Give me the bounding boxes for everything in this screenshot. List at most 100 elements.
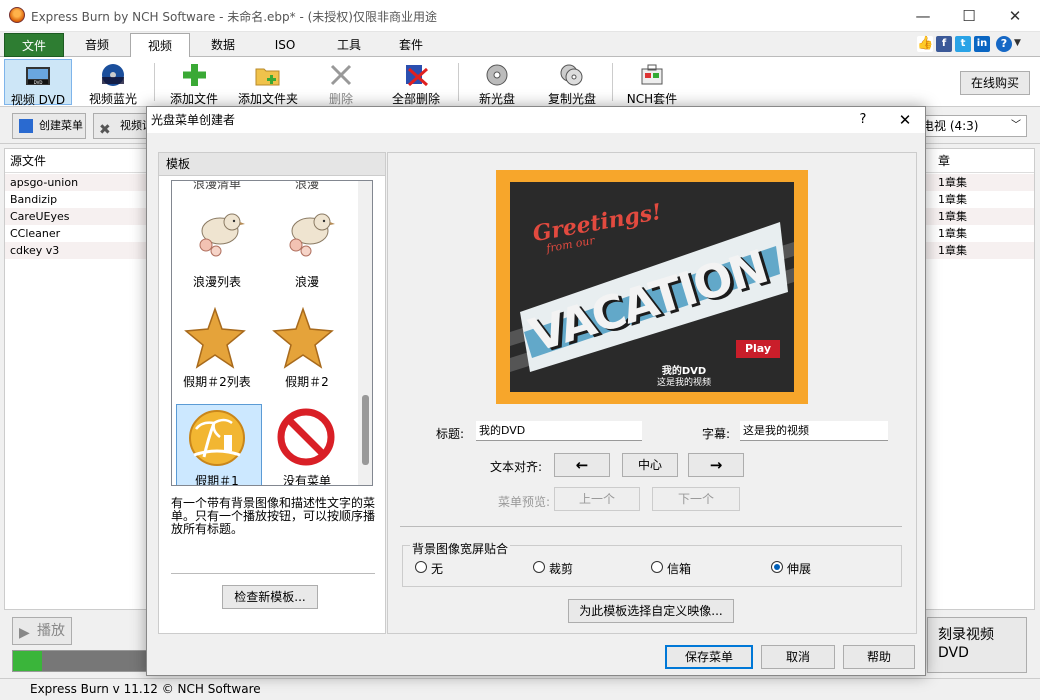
buy-online-button[interactable]: 在线购买 <box>960 71 1030 95</box>
toolbar-divider <box>458 63 459 101</box>
linkedin-icon[interactable]: in <box>974 36 990 52</box>
template-header: 模板 <box>159 153 385 176</box>
save-menu-button[interactable]: 保存菜单 <box>665 645 753 669</box>
radio-none-label[interactable]: 无 <box>431 560 443 577</box>
template-caption[interactable]: 浪漫 <box>262 181 352 192</box>
table-row[interactable]: Bandizip <box>5 191 149 208</box>
maximize-button[interactable]: ☐ <box>946 0 992 32</box>
copy-disc-button[interactable]: 复制光盘 <box>540 59 604 106</box>
burn-video-dvd-button[interactable]: 刻录视频 DVD <box>927 617 1027 673</box>
video-bluray-button[interactable]: 视频蓝光 <box>78 59 148 106</box>
status-bar: Express Burn v 11.12 © NCH Software <box>0 678 1040 700</box>
toolbar-divider <box>612 63 613 101</box>
help-button[interactable]: 帮助 <box>843 645 915 669</box>
dialog-title: 光盘菜单创建者 <box>147 107 925 133</box>
add-folder-button[interactable]: 添加文件夹 <box>232 59 304 106</box>
minimize-button[interactable]: — <box>900 0 946 32</box>
radio-stretch[interactable] <box>771 561 783 573</box>
tab-suite[interactable]: 套件 <box>380 33 442 57</box>
table-row[interactable]: CCleaner <box>5 225 149 242</box>
table-cell-chapters[interactable]: 1章集 <box>926 225 1034 242</box>
align-left-button[interactable]: ← <box>554 453 610 477</box>
facebook-icon[interactable]: f <box>936 36 952 52</box>
twitter-icon[interactable]: t <box>955 36 971 52</box>
create-menu-label: 创建菜单 <box>39 119 83 132</box>
check-new-templates-button[interactable]: 检查新模板... <box>222 585 318 609</box>
table-cell-chapters[interactable]: 1章集 <box>926 242 1034 259</box>
no-icon[interactable] <box>276 407 336 467</box>
text-align-label: 文本对齐: <box>490 460 543 474</box>
delete-all-button[interactable]: 全部删除 <box>380 59 452 106</box>
cancel-button[interactable]: 取消 <box>761 645 835 669</box>
template-caption[interactable]: 浪漫 <box>262 273 352 290</box>
table-row[interactable]: apsgo-union <box>5 174 149 191</box>
custom-image-button[interactable]: 为此模板选择自定义映像... <box>568 599 734 623</box>
align-right-button[interactable]: → <box>688 453 744 477</box>
template-caption[interactable]: 假期＃1 <box>172 472 262 485</box>
delete-all-icon <box>406 65 428 87</box>
app-logo-icon <box>9 7 25 23</box>
help-icon[interactable]: ? <box>996 36 1012 52</box>
align-center-button[interactable]: 中心 <box>622 453 678 477</box>
previous-button[interactable]: 上一个 <box>554 487 640 511</box>
tab-iso[interactable]: ISO <box>256 33 314 57</box>
palm-icon[interactable] <box>184 409 250 467</box>
template-caption[interactable]: 浪漫列表 <box>172 273 262 290</box>
chapter-header[interactable]: 章 <box>926 149 1034 173</box>
delete-button[interactable]: 删除 <box>312 59 370 106</box>
title-input[interactable]: 我的DVD <box>476 421 642 441</box>
create-menu-button[interactable]: 创建菜单 <box>12 113 86 139</box>
tab-tools[interactable]: 工具 <box>318 33 380 57</box>
tools-icon: ✖ <box>99 122 111 138</box>
radio-letterbox[interactable] <box>651 561 663 573</box>
video-dvd-button[interactable]: DVD 视频 DVD <box>4 59 72 107</box>
tab-file[interactable]: 文件 <box>4 33 64 57</box>
template-caption[interactable]: 假期＃2 <box>262 373 352 390</box>
menu-tab-bar: 文件 音频 视频 数据 ISO 工具 套件 <box>0 33 1040 58</box>
table-cell-chapters[interactable]: 1章集 <box>926 174 1034 191</box>
radio-crop[interactable] <box>533 561 545 573</box>
play-button[interactable]: ▶ 播放 <box>12 617 72 645</box>
subtitle-input[interactable]: 这是我的视频 <box>740 421 888 441</box>
scrollbar-thumb[interactable] <box>362 395 369 465</box>
template-list[interactable]: 浪漫清单 浪漫 浪漫列表 浪漫 假期＃2列表 假期＃2 假期＃1 没有菜单 <box>171 180 373 486</box>
template-panel: 模板 浪漫清单 浪漫 浪漫列表 浪漫 假期＃2列表 假期＃2 假期＃1 没有菜单… <box>158 152 386 634</box>
preview-subtitle: 这是我的视频 <box>656 378 711 388</box>
bg-fit-group-label: 背景图像宽屏贴合 <box>410 540 511 557</box>
help-chevron-down-icon[interactable]: ▼ <box>1014 38 1021 48</box>
video-settings-button[interactable]: ✖ 视频设 <box>93 113 153 139</box>
dialog-close-button[interactable]: ✕ <box>885 107 925 133</box>
table-row[interactable]: CareUEyes <box>5 208 149 225</box>
bird-icon[interactable] <box>280 209 336 261</box>
disc-menu-creator-dialog: 光盘菜单创建者 ? ✕ 模板 浪漫清单 浪漫 浪漫列表 浪漫 假期＃2列表 假期… <box>146 106 926 676</box>
bird-icon[interactable] <box>190 209 246 261</box>
radio-crop-label[interactable]: 裁剪 <box>549 560 573 577</box>
table-cell-chapters[interactable]: 1章集 <box>926 191 1034 208</box>
nch-suite-button[interactable]: NCH套件 <box>620 59 684 106</box>
starfish-icon[interactable] <box>272 307 334 369</box>
next-button[interactable]: 下一个 <box>652 487 740 511</box>
starfish-icon[interactable] <box>184 307 246 369</box>
title-label: 标题: <box>436 427 465 441</box>
template-caption[interactable]: 假期＃2列表 <box>172 373 262 390</box>
table-cell-chapters[interactable]: 1章集 <box>926 208 1034 225</box>
source-file-header[interactable]: 源文件 <box>5 149 149 173</box>
template-caption[interactable]: 没有菜单 <box>262 472 352 485</box>
radio-stretch-label[interactable]: 伸展 <box>787 560 811 577</box>
add-files-button[interactable]: 添加文件 <box>162 59 226 106</box>
tv-system-select[interactable]: 电视 (4:3) ﹀ <box>915 115 1027 137</box>
menu-settings-panel: Greetings! from our VACATION Play 我的DVD … <box>387 152 917 634</box>
table-row[interactable]: cdkey v3 <box>5 242 149 259</box>
radio-none[interactable] <box>415 561 427 573</box>
window-close-button[interactable]: ✕ <box>992 0 1038 32</box>
template-scrollbar[interactable] <box>358 181 372 485</box>
tab-audio[interactable]: 音频 <box>68 33 126 57</box>
tab-data[interactable]: 数据 <box>194 33 252 57</box>
tab-video[interactable]: 视频 <box>130 33 190 58</box>
new-disc-button[interactable]: 新光盘 <box>466 59 528 106</box>
template-caption[interactable]: 浪漫清单 <box>172 181 262 192</box>
radio-letterbox-label[interactable]: 信箱 <box>667 560 691 577</box>
thumbs-up-icon[interactable]: 👍 <box>917 36 933 52</box>
progress-bar <box>12 650 152 672</box>
dialog-help-button[interactable]: ? <box>853 107 873 133</box>
